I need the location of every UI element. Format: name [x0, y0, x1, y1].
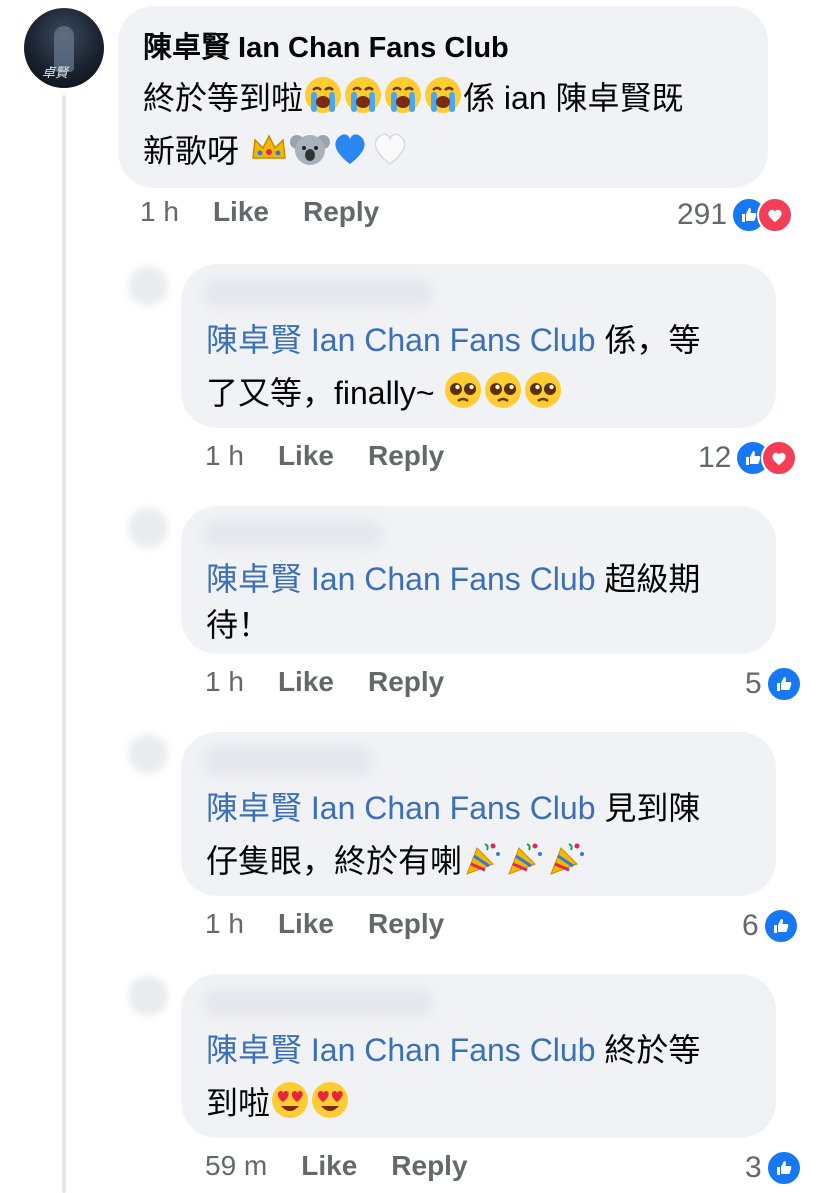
reply-bubble: 陳卓賢 Ian Chan Fans Club 終於等 到啦 [181, 974, 776, 1138]
reaction-count: 12 [698, 441, 732, 474]
reaction-count: 6 [742, 909, 759, 942]
pleading-face-icon [523, 370, 563, 410]
like-button[interactable]: Like [278, 666, 334, 698]
reply-button[interactable]: Reply [368, 440, 444, 472]
comment-timestamp[interactable]: 1 h [140, 196, 179, 228]
like-icon [765, 666, 802, 702]
reaction-summary[interactable]: 6 [742, 908, 799, 944]
loudly-crying-face-icon [343, 75, 383, 115]
reply-text-part2: 待！ [206, 607, 271, 643]
party-popper-icon [462, 838, 504, 878]
heart-eyes-face-icon [270, 1080, 310, 1120]
like-icon [762, 908, 799, 944]
blue-heart-icon [330, 128, 370, 168]
comment-text-part3: 新歌呀 [143, 133, 240, 169]
reply-timestamp[interactable]: 59 m [205, 1150, 267, 1182]
like-button[interactable]: Like [213, 196, 269, 228]
heart-eyes-face-icon [310, 1080, 350, 1120]
white-heart-icon [370, 128, 410, 168]
reply-bubble: 陳卓賢 Ian Chan Fans Club 係，等 了又等，finally~ [181, 264, 776, 428]
like-button[interactable]: Like [278, 440, 334, 472]
party-popper-icon [504, 838, 546, 878]
reply-button[interactable]: Reply [303, 196, 379, 228]
reply-text-part1: 見到陳 [604, 790, 701, 826]
love-icon [761, 440, 798, 476]
page-mention-link[interactable]: 陳卓賢 Ian Chan Fans Club [206, 1032, 596, 1068]
loudly-crying-face-icon [423, 75, 463, 115]
love-icon [757, 197, 794, 233]
reply-button[interactable]: Reply [368, 666, 444, 698]
page-mention-link[interactable]: 陳卓賢 Ian Chan Fans Club [206, 561, 596, 597]
pleading-face-icon [483, 370, 523, 410]
reply-text-part2: 了又等，finally~ [206, 375, 435, 411]
blurred-author-name [203, 278, 433, 308]
reply-meta: 1 h Like Reply [205, 908, 478, 940]
reply-timestamp[interactable]: 1 h [205, 908, 244, 940]
reply-bubble: 陳卓賢 Ian Chan Fans Club 見到陳 仔隻眼，終於有喇 [181, 732, 776, 896]
reply-text-part1: 係，等 [604, 322, 701, 358]
main-comment-bubble: 陳卓賢 Ian Chan Fans Club 終於等到啦 係 ian 陳卓賢既 新… [118, 6, 768, 188]
reaction-count: 5 [745, 667, 762, 700]
comment-author[interactable]: 陳卓賢 Ian Chan Fans Club [143, 24, 509, 66]
emoji-group-crying [303, 80, 463, 116]
like-button[interactable]: Like [301, 1150, 357, 1182]
blurred-avatar [128, 508, 168, 548]
comment-text-part1: 終於等到啦 [143, 80, 304, 116]
reaction-count: 3 [745, 1151, 762, 1184]
comment-text-part2: 係 ian 陳卓賢既 [463, 80, 684, 116]
like-icon [765, 1150, 802, 1186]
loudly-crying-face-icon [303, 75, 343, 115]
blurred-avatar [128, 734, 168, 774]
reply-text: 陳卓賢 Ian Chan Fans Club 見到陳 仔隻眼，終於有喇 [206, 782, 766, 888]
reaction-summary[interactable]: 291 [677, 197, 794, 233]
like-button[interactable]: Like [278, 908, 334, 940]
reply-text: 陳卓賢 Ian Chan Fans Club 係，等 了又等，finally~ [206, 314, 766, 420]
reply-button[interactable]: Reply [368, 908, 444, 940]
main-comment-meta: 1 h Like Reply [140, 196, 413, 228]
blurred-author-name [203, 520, 383, 548]
reply-text-part1: 超級期 [604, 561, 701, 597]
reply-text-part1: 終於等 [604, 1032, 701, 1068]
reply-button[interactable]: Reply [391, 1150, 467, 1182]
blurred-avatar [128, 266, 168, 306]
pleading-face-icon [443, 370, 483, 410]
comment-text: 終於等到啦 係 ian 陳卓賢既 新歌呀 [143, 72, 763, 178]
blurred-author-name [203, 988, 433, 1018]
reply-text-part2: 到啦 [206, 1085, 271, 1121]
reply-meta: 1 h Like Reply [205, 440, 478, 472]
reply-timestamp[interactable]: 1 h [205, 440, 244, 472]
avatar-signature: 卓賢 [42, 66, 69, 81]
thread-line [62, 95, 66, 1193]
reply-text: 陳卓賢 Ian Chan Fans Club 終於等 到啦 [206, 1024, 766, 1130]
reply-bubble: 陳卓賢 Ian Chan Fans Club 超級期 待！ [181, 506, 776, 654]
blurred-author-name [203, 746, 373, 776]
reaction-summary[interactable]: 5 [745, 666, 802, 702]
reply-text-part2: 仔隻眼，終於有喇 [206, 843, 463, 879]
reaction-summary[interactable]: 12 [698, 440, 798, 476]
page-mention-link[interactable]: 陳卓賢 Ian Chan Fans Club [206, 322, 596, 358]
blurred-avatar [128, 976, 168, 1016]
reply-meta: 59 m Like Reply [205, 1150, 502, 1182]
koala-icon [290, 128, 330, 168]
reply-text: 陳卓賢 Ian Chan Fans Club 超級期 待！ [206, 556, 766, 648]
page-mention-link[interactable]: 陳卓賢 Ian Chan Fans Club [206, 790, 596, 826]
commenter-avatar[interactable]: 卓賢 [24, 8, 104, 88]
loudly-crying-face-icon [383, 75, 423, 115]
reaction-summary[interactable]: 3 [745, 1150, 802, 1186]
reply-meta: 1 h Like Reply [205, 666, 478, 698]
crown-icon [248, 128, 290, 168]
reply-timestamp[interactable]: 1 h [205, 666, 244, 698]
reaction-count: 291 [677, 198, 728, 231]
party-popper-icon [546, 838, 588, 878]
